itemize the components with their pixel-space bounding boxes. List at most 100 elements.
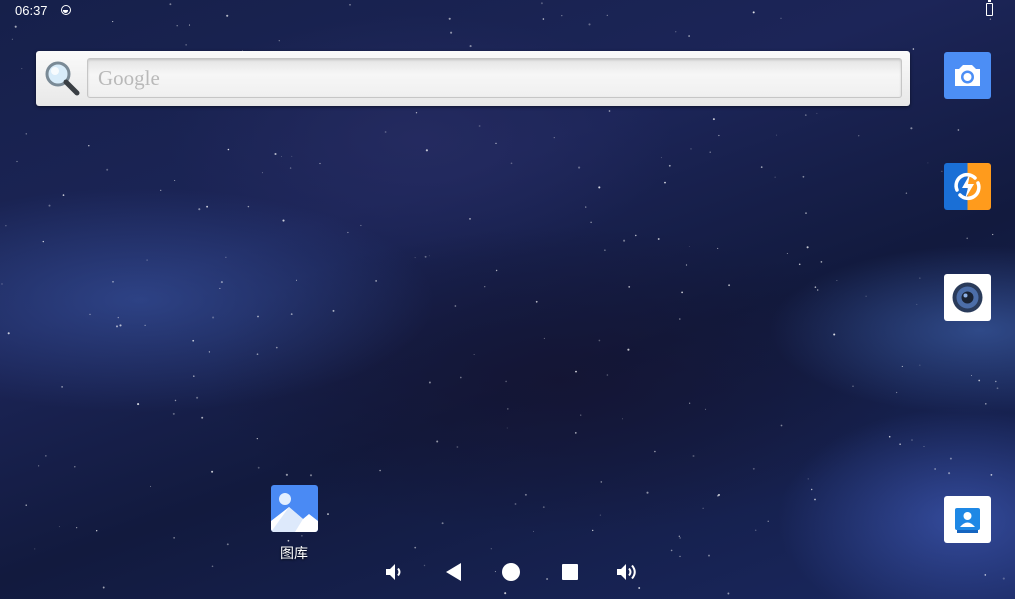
speaker-icon bbox=[952, 282, 983, 313]
star bbox=[38, 465, 40, 467]
star bbox=[174, 399, 177, 402]
star bbox=[220, 281, 223, 284]
star bbox=[524, 493, 527, 496]
speaker-app[interactable] bbox=[944, 274, 991, 321]
star bbox=[905, 192, 908, 194]
star bbox=[360, 224, 362, 227]
battery-icon bbox=[986, 0, 993, 16]
star bbox=[261, 172, 263, 174]
star bbox=[622, 418, 623, 420]
star bbox=[865, 295, 867, 297]
star bbox=[728, 284, 731, 287]
star bbox=[670, 549, 673, 552]
star bbox=[604, 249, 606, 251]
star bbox=[660, 157, 662, 159]
star bbox=[456, 446, 459, 448]
star bbox=[996, 387, 999, 390]
gallery-icon bbox=[271, 485, 318, 532]
star bbox=[7, 332, 10, 335]
star bbox=[546, 577, 549, 581]
search-input[interactable]: Google bbox=[87, 58, 902, 98]
star bbox=[685, 264, 688, 266]
star bbox=[585, 206, 587, 208]
star bbox=[970, 374, 972, 376]
booster-app[interactable] bbox=[944, 163, 991, 210]
volume-up-button[interactable] bbox=[615, 560, 639, 584]
star bbox=[379, 469, 381, 472]
star bbox=[899, 443, 901, 445]
star bbox=[192, 339, 195, 342]
star bbox=[282, 219, 285, 222]
star bbox=[226, 543, 229, 546]
star bbox=[495, 269, 498, 272]
star bbox=[911, 439, 913, 441]
back-icon bbox=[446, 563, 461, 581]
star bbox=[102, 586, 105, 589]
back-button[interactable] bbox=[442, 560, 466, 584]
star bbox=[160, 189, 162, 192]
star bbox=[490, 548, 492, 550]
star bbox=[74, 466, 76, 468]
star bbox=[88, 144, 90, 147]
star bbox=[146, 259, 148, 261]
star bbox=[598, 186, 601, 189]
star bbox=[588, 23, 591, 26]
google-search-widget[interactable]: Google bbox=[36, 51, 910, 106]
star bbox=[675, 31, 677, 33]
star bbox=[119, 324, 122, 327]
star bbox=[990, 474, 993, 476]
star bbox=[858, 135, 860, 137]
star bbox=[679, 537, 681, 539]
recents-button[interactable] bbox=[558, 560, 582, 584]
magnifier-icon[interactable] bbox=[42, 59, 82, 99]
star bbox=[712, 118, 715, 121]
star bbox=[507, 408, 509, 410]
star bbox=[137, 403, 140, 406]
star bbox=[14, 25, 17, 28]
camera-app[interactable] bbox=[944, 52, 991, 99]
star bbox=[689, 402, 691, 404]
star bbox=[173, 537, 175, 539]
star bbox=[627, 348, 630, 351]
star bbox=[459, 376, 462, 379]
star bbox=[206, 205, 208, 208]
star bbox=[115, 325, 119, 328]
star bbox=[786, 252, 788, 254]
star bbox=[798, 263, 801, 266]
volume-down-button[interactable] bbox=[383, 560, 407, 584]
star bbox=[802, 175, 805, 178]
star bbox=[804, 114, 807, 116]
star bbox=[816, 112, 818, 114]
star bbox=[319, 162, 321, 165]
contacts-app[interactable] bbox=[944, 496, 991, 543]
star bbox=[679, 555, 681, 558]
gallery-shortcut[interactable]: 图库 bbox=[264, 485, 324, 565]
star bbox=[5, 225, 7, 227]
star bbox=[948, 472, 951, 475]
star bbox=[144, 324, 146, 327]
star bbox=[575, 370, 577, 373]
star bbox=[678, 535, 680, 537]
star bbox=[718, 134, 720, 137]
star bbox=[384, 131, 387, 133]
star bbox=[45, 455, 47, 457]
star bbox=[62, 194, 65, 196]
star bbox=[985, 403, 987, 405]
star bbox=[992, 233, 994, 236]
star bbox=[949, 457, 952, 460]
star bbox=[580, 414, 582, 416]
star bbox=[450, 31, 453, 34]
star bbox=[225, 256, 227, 258]
home-button[interactable] bbox=[499, 560, 523, 584]
star bbox=[484, 286, 486, 288]
star bbox=[510, 162, 513, 165]
star bbox=[185, 44, 187, 46]
star bbox=[664, 181, 666, 184]
star bbox=[574, 432, 577, 434]
star bbox=[327, 513, 329, 516]
star bbox=[150, 485, 152, 487]
star bbox=[805, 212, 807, 214]
star bbox=[48, 204, 51, 207]
volume-up-icon bbox=[617, 564, 636, 580]
star bbox=[941, 170, 943, 173]
